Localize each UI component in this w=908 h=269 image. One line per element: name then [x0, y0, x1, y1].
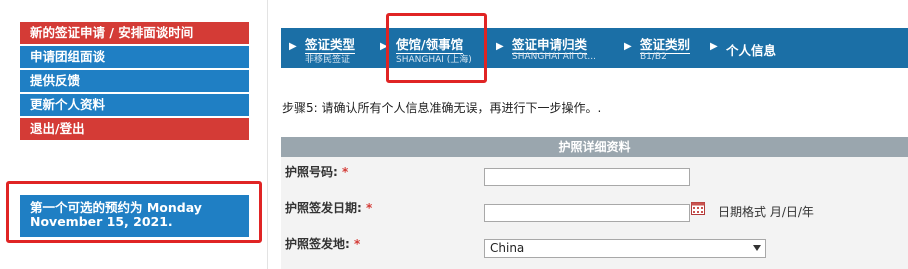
step-subtitle: 非移民签证 [305, 55, 351, 65]
issue-place-selected-value: China [490, 241, 525, 255]
step-arrow-icon: ▶ [710, 41, 718, 52]
step-title: 签证申请归类 [512, 34, 588, 54]
chevron-down-icon [753, 245, 761, 251]
date-format-hint: 日期格式 月/日/年 [718, 205, 814, 219]
passport-number-label: 护照号码: * [285, 165, 349, 179]
step-arrow-icon: ▶ [380, 41, 388, 52]
step-title: 使馆/领事馆 [396, 34, 464, 54]
issue-date-input[interactable] [484, 204, 690, 222]
step-arrow-icon: ▶ [496, 41, 504, 52]
passport-number-input[interactable] [484, 168, 690, 186]
sidebar-item-logout[interactable]: 退出/登出 [20, 118, 249, 140]
issue-date-label: 护照签发日期: * [285, 201, 373, 215]
issue-place-select[interactable]: China [484, 239, 766, 258]
column-divider [267, 0, 268, 269]
step-subtitle: SHANGHAI (上海) [396, 55, 472, 65]
section-header: 护照详细资料 [281, 137, 908, 157]
step-arrow-icon: ▶ [624, 41, 632, 52]
sidebar-menu: 新的签证申请 / 安排面谈时间 申请团组面谈 提供反馈 更新个人资料 退出/登出 [20, 22, 249, 142]
step-title-current: 个人信息 [726, 43, 777, 58]
step-subtitle: B1/B2 [640, 52, 667, 62]
availability-line-1: 第一个可选的预约为 Monday [30, 200, 202, 215]
passport-details-section: 护照详细资料 护照号码: * 护照签发日期: * 日期格式 月/日/年 护照签发… [281, 137, 908, 269]
required-marker: * [342, 165, 349, 179]
required-marker: * [366, 201, 373, 215]
sidebar-item-update-profile[interactable]: 更新个人资料 [20, 94, 249, 116]
step-arrow-icon: ▶ [289, 41, 297, 52]
step-subtitle: SHANGHAI All Ot... [512, 52, 596, 62]
calendar-icon[interactable] [691, 201, 705, 215]
step-title: 签证类型 [305, 34, 356, 54]
first-available-appointment-box: 第一个可选的预约为 Monday November 15, 2021. [20, 195, 249, 237]
step-title: 签证类别 [640, 34, 691, 54]
availability-line-2: November 15, 2021. [30, 214, 173, 229]
step-instruction: 步骤5: 请确认所有个人信息准确无误，再进行下一步操作。. [282, 101, 602, 115]
sidebar-item-group-interview[interactable]: 申请团组面谈 [20, 46, 249, 68]
issue-place-label: 护照签发地: * [285, 237, 361, 251]
progress-step-bar: ▶ 签证类型 非移民签证 ▶ 使馆/领事馆 SHANGHAI (上海) ▶ 签证… [281, 28, 908, 68]
sidebar-item-new-application[interactable]: 新的签证申请 / 安排面谈时间 [20, 22, 249, 44]
sidebar-item-feedback[interactable]: 提供反馈 [20, 70, 249, 92]
required-marker: * [354, 237, 361, 251]
